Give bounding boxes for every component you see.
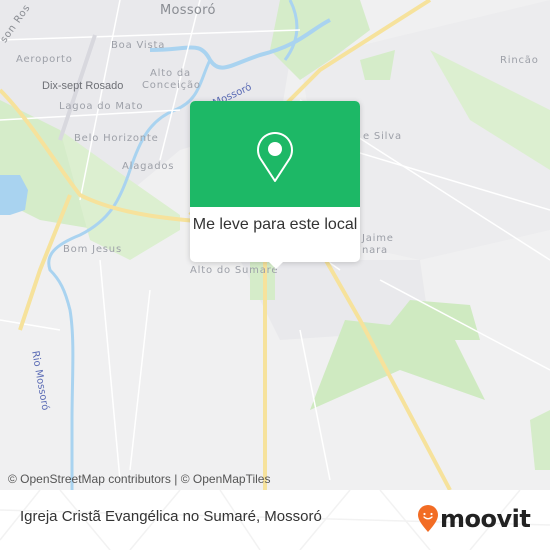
- map-label-city: Mossoró: [160, 3, 216, 18]
- place-title: Igreja Cristã Evangélica no Sumaré, Moss…: [20, 508, 322, 525]
- map-label-neighborhood: e Silva: [363, 131, 402, 142]
- map-label-neighborhood: Conceição: [142, 80, 201, 91]
- map-label-neighborhood: Bom Jesus: [63, 244, 122, 255]
- moovit-wordmark: moovit: [440, 505, 531, 533]
- take-me-there-button[interactable]: Me leve para este local: [190, 207, 360, 236]
- map-label-neighborhood: Belo Horizonte: [74, 133, 159, 144]
- popup-header: [190, 101, 360, 207]
- footer: Igreja Cristã Evangélica no Sumaré, Moss…: [0, 490, 550, 550]
- map-label-neighborhood: Boa Vista: [111, 40, 166, 51]
- map-label-neighborhood: Aeroporto: [16, 54, 73, 65]
- popup-pointer: [267, 260, 285, 269]
- map-label-neighborhood: Alto do Sumaré: [190, 265, 279, 276]
- map-label-airport: Dix-sept Rosado: [42, 80, 124, 92]
- map-label-neighborhood: Jaime: [362, 233, 394, 244]
- map-label-neighborhood: Rincão: [500, 55, 539, 66]
- map-label-neighborhood: Alagados: [122, 161, 175, 172]
- map-pin-icon: [257, 132, 293, 182]
- map-label-neighborhood: nara: [362, 245, 388, 256]
- moovit-pin-icon: [418, 505, 438, 532]
- directions-popup[interactable]: Me leve para este local: [190, 101, 360, 269]
- moovit-logo[interactable]: moovit: [418, 504, 531, 534]
- map-view[interactable]: Mossoró Boa Vista Aeroporto Dix-sept Ros…: [0, 0, 550, 490]
- map-label-neighborhood: Alto da: [150, 68, 191, 79]
- map-label-neighborhood: Lagoa do Mato: [59, 101, 144, 112]
- map-attribution[interactable]: © OpenStreetMap contributors | © OpenMap…: [8, 472, 270, 486]
